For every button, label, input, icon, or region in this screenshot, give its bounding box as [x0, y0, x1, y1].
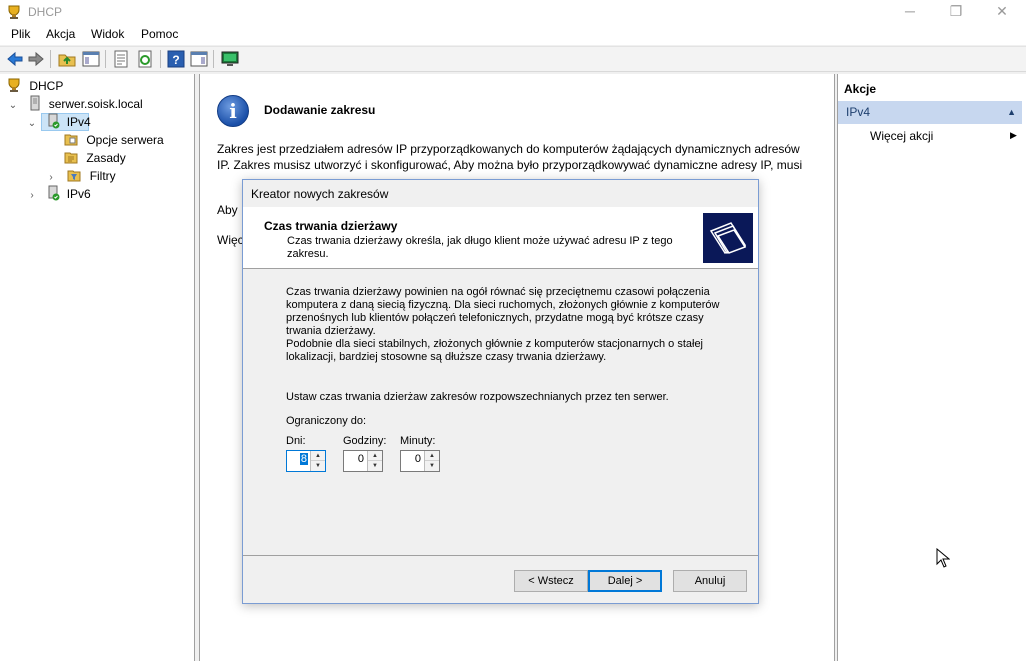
intro-paragraph-truncated: Więc	[217, 233, 244, 247]
wizard-subheading: Czas trwania dzierżawy określa, jak dług…	[287, 235, 673, 260]
dhcp-app-icon	[6, 4, 22, 20]
spinner-buttons: ▲ ▼	[367, 451, 382, 471]
help-icon[interactable]: ?	[167, 50, 185, 68]
wizard-instruction: Ustaw czas trwania dzierżaw zakresów roz…	[286, 391, 669, 403]
spin-down-arrow-icon[interactable]: ▼	[311, 461, 325, 471]
ipv4-icon	[46, 113, 60, 129]
next-button[interactable]: Dalej >	[588, 570, 662, 592]
properties-icon[interactable]	[112, 50, 130, 68]
tree-item-dhcp[interactable]: DHCP	[6, 77, 63, 95]
actions-section-label: IPv4	[846, 105, 871, 119]
intro-paragraph: Zakres jest przedziałem adresów IP przyp…	[217, 142, 803, 172]
days-value[interactable]: 8	[299, 453, 308, 465]
maximize-button[interactable]: ❐	[933, 0, 979, 24]
hours-value[interactable]: 0	[358, 453, 364, 465]
tree-item-server[interactable]: ⌄ serwer.soisk.local	[8, 95, 143, 113]
toolbar-separator	[105, 50, 106, 68]
minimize-button[interactable]: ─	[887, 0, 933, 24]
console-icon[interactable]	[221, 50, 239, 68]
tree-item-ipv6[interactable]: › IPv6	[27, 185, 91, 203]
wizard-separator	[243, 555, 758, 556]
spinner-buttons: ▲ ▼	[310, 451, 325, 471]
title-bar	[0, 0, 1026, 24]
spin-up-arrow-icon[interactable]: ▲	[311, 451, 325, 461]
wizard-title: Kreator nowych zakresów	[251, 187, 389, 201]
mouse-cursor-icon	[936, 547, 951, 568]
menu-widok[interactable]: Widok	[91, 27, 124, 41]
back-icon[interactable]	[6, 50, 24, 68]
tree-item-label: IPv6	[66, 187, 91, 201]
wizard-description: Czas trwania dzierżawy powinien na ogół …	[286, 286, 726, 364]
hours-label: Godziny:	[343, 435, 387, 447]
minutes-label: Minuty:	[400, 435, 436, 447]
minutes-spinner[interactable]: 0 ▲ ▼	[400, 450, 440, 472]
menu-akcja[interactable]: Akcja	[46, 27, 75, 41]
window-title: DHCP	[28, 5, 63, 19]
limited-to-label: Ograniczony do:	[286, 415, 367, 427]
ipv6-icon	[46, 185, 60, 201]
tree-item-label: DHCP	[29, 79, 64, 93]
spin-up-arrow-icon[interactable]: ▲	[368, 451, 382, 461]
days-label: Dni:	[286, 435, 306, 447]
collapse-arrow-icon[interactable]: ⌄	[8, 97, 18, 115]
tree-item-label: Zasady	[86, 151, 126, 165]
tree-item-label: serwer.soisk.local	[48, 97, 143, 111]
filters-icon	[67, 168, 81, 182]
toolbar-separator	[50, 50, 51, 68]
policies-icon	[64, 150, 78, 164]
description-paragraph: Podobnie dla sieci stabilnych, złożonych…	[286, 338, 704, 363]
refresh-icon[interactable]	[136, 50, 154, 68]
actions-pane	[837, 74, 1026, 661]
show-hide-tree-icon[interactable]	[82, 50, 100, 68]
close-button[interactable]: ✕	[979, 0, 1025, 24]
more-actions-item[interactable]: Więcej akcji	[870, 129, 933, 143]
toolbar-separator	[160, 50, 161, 68]
spin-up-arrow-icon[interactable]: ▲	[425, 451, 439, 461]
toolbar-separator	[213, 50, 214, 68]
minutes-value[interactable]: 0	[415, 453, 421, 465]
page-title: Dodawanie zakresu	[264, 103, 376, 117]
submenu-arrow-icon: ▶	[1010, 130, 1017, 140]
show-hide-action-pane-icon[interactable]	[190, 50, 208, 68]
dhcp-icon	[6, 77, 22, 93]
spin-down-arrow-icon[interactable]: ▼	[425, 461, 439, 471]
spin-down-arrow-icon[interactable]: ▼	[368, 461, 382, 471]
expand-arrow-icon[interactable]: ›	[27, 187, 37, 205]
tree-item-label: Filtry	[89, 169, 116, 183]
collapse-up-icon[interactable]: ▲	[1007, 101, 1016, 124]
spinner-buttons: ▲ ▼	[424, 451, 439, 471]
description-paragraph: Czas trwania dzierżawy powinien na ogół …	[286, 286, 720, 337]
up-folder-icon[interactable]	[58, 50, 76, 68]
menu-pomoc[interactable]: Pomoc	[141, 27, 178, 41]
more-actions-label: Więcej akcji	[870, 129, 934, 143]
days-spinner[interactable]: 8 ▲ ▼	[286, 450, 326, 472]
wizard-folders-icon	[703, 213, 753, 263]
intro-paragraph-truncated: Aby	[217, 203, 238, 217]
back-button[interactable]: < Wstecz	[514, 570, 588, 592]
tree-item-label: IPv4	[66, 115, 91, 129]
forward-icon[interactable]	[27, 50, 45, 68]
info-icon: i	[217, 95, 249, 127]
tree-item-ipv4[interactable]: ⌄ IPv4	[27, 113, 91, 131]
hours-spinner[interactable]: 0 ▲ ▼	[343, 450, 383, 472]
cancel-button[interactable]: Anuluj	[673, 570, 747, 592]
tree-item-policies[interactable]: Zasady	[64, 149, 126, 167]
tree-item-label: Opcje serwera	[86, 133, 164, 147]
menu-plik[interactable]: Plik	[11, 27, 30, 41]
collapse-arrow-icon[interactable]: ⌄	[27, 115, 37, 133]
server-options-icon	[64, 132, 78, 146]
server-icon	[29, 95, 41, 111]
tree-item-filters[interactable]: › Filtry	[46, 167, 116, 185]
wizard-heading: Czas trwania dzierżawy	[264, 219, 398, 233]
svg-text:?: ?	[172, 53, 179, 67]
actions-header: Akcje	[844, 82, 877, 96]
actions-section-ipv4[interactable]: IPv4 ▲	[838, 101, 1022, 124]
tree-item-server-options[interactable]: Opcje serwera	[64, 131, 164, 149]
